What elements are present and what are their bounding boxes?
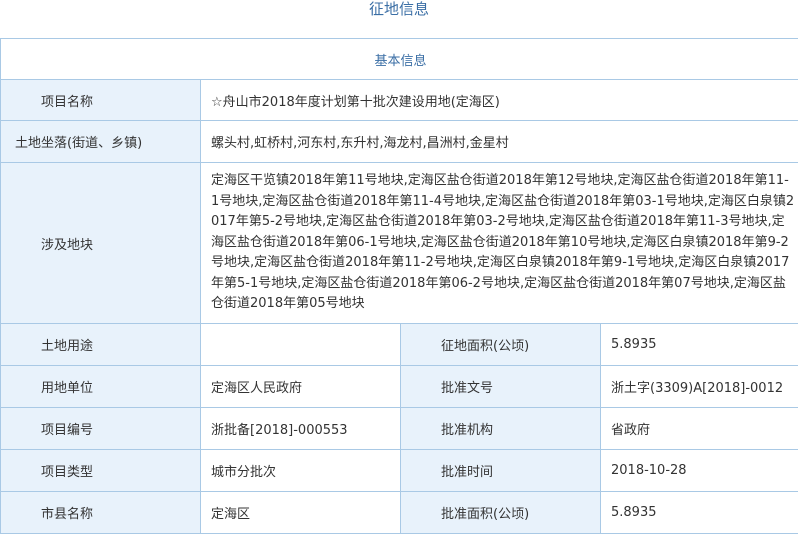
row-value: 定海区	[201, 492, 401, 534]
row-value: 浙土字(3309)A[2018]-0012	[601, 366, 798, 408]
land-location-label: 土地坐落(街道、乡镇)	[1, 121, 201, 163]
table-row: 项目名称 ☆舟山市2018年度计划第十批次建设用地(定海区)	[1, 80, 798, 121]
table-row: 土地坐落(街道、乡镇) 螺头村,虹桥村,河东村,东升村,海龙村,昌洲村,金星村	[1, 121, 798, 163]
row-value: 2018-10-28	[601, 450, 798, 492]
row-label: 批准面积(公顷)	[401, 492, 601, 534]
table-row: 土地用途 征地面积(公顷) 5.8935	[1, 324, 798, 366]
row-label: 土地用途	[1, 324, 201, 366]
row-label: 批准文号	[401, 366, 601, 408]
land-location-value: 螺头村,虹桥村,河东村,东升村,海龙村,昌洲村,金星村	[201, 121, 798, 163]
table-row: 项目编号 浙批备[2018]-000553 批准机构 省政府	[1, 408, 798, 450]
row-label: 用地单位	[1, 366, 201, 408]
table-row: 项目类型 城市分批次 批准时间 2018-10-28	[1, 450, 798, 492]
table-row: 用地单位 定海区人民政府 批准文号 浙土字(3309)A[2018]-0012	[1, 366, 798, 408]
row-label: 批准时间	[401, 450, 601, 492]
table-row: 市县名称 定海区 批准面积(公顷) 5.8935	[1, 492, 798, 534]
project-name-label: 项目名称	[1, 80, 201, 121]
row-value: 省政府	[601, 408, 798, 450]
row-label: 市县名称	[1, 492, 201, 534]
row-value: 浙批备[2018]-000553	[201, 408, 401, 450]
row-value: 5.8935	[601, 324, 798, 366]
row-label: 批准机构	[401, 408, 601, 450]
basic-info-table: 基本信息 项目名称 ☆舟山市2018年度计划第十批次建设用地(定海区) 土地坐落…	[0, 38, 798, 534]
plots-value: 定海区干览镇2018年第11号地块,定海区盐仓街道2018年第12号地块,定海区…	[201, 163, 798, 324]
row-value: 定海区人民政府	[201, 366, 401, 408]
page-title: 征地信息	[0, 0, 798, 22]
row-label: 项目类型	[1, 450, 201, 492]
section-title: 基本信息	[1, 39, 798, 80]
row-value: 城市分批次	[201, 450, 401, 492]
table-row: 涉及地块 定海区干览镇2018年第11号地块,定海区盐仓街道2018年第12号地…	[1, 163, 798, 324]
project-name-value: ☆舟山市2018年度计划第十批次建设用地(定海区)	[201, 80, 798, 121]
plots-label: 涉及地块	[1, 163, 201, 324]
row-value	[201, 324, 401, 366]
row-value: 5.8935	[601, 492, 798, 534]
row-label: 项目编号	[1, 408, 201, 450]
row-label: 征地面积(公顷)	[401, 324, 601, 366]
